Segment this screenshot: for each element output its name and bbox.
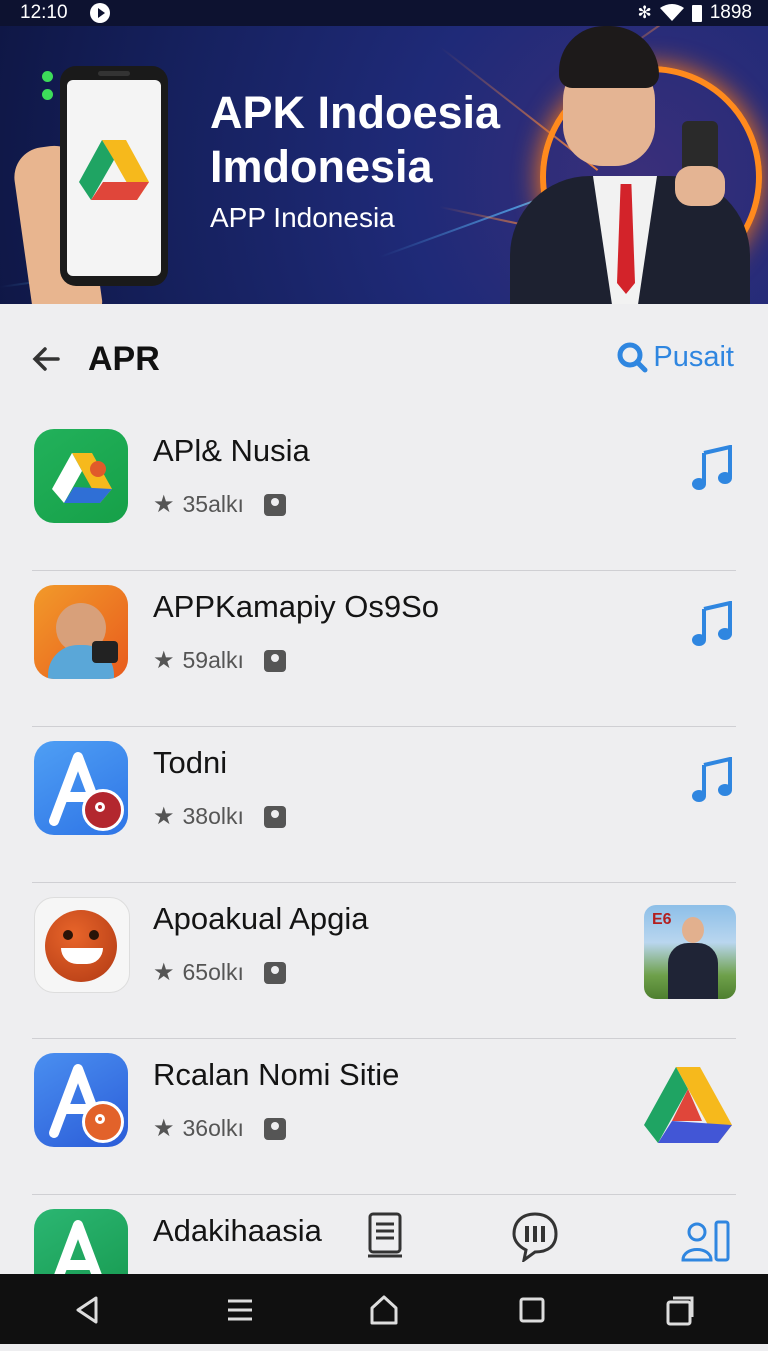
app-icon [34,741,128,835]
app-name: Apoakual Apgia [153,901,369,936]
search-icon [617,342,648,373]
search-label: Pusait [653,340,734,373]
smiley-face-icon [45,910,117,982]
app-name: Todni [153,745,228,780]
user-icon [263,1117,286,1140]
thumbnail-image[interactable]: E6 [644,905,736,999]
app-meta: ★ 35alkı [153,490,286,519]
list-item[interactable]: APl& Nusia ★ 35alkı [0,415,768,571]
app-rating: 65olkı [182,959,244,985]
app-rating: 35alkı [182,491,244,517]
app-meta: ★ 59alkı [153,646,286,675]
app-name: APl& Nusia [153,433,310,468]
battery-icon [691,4,702,22]
app-name: Adakihaasia [153,1213,322,1248]
badge-icon [82,789,124,831]
user-icon [263,493,286,516]
document-icon[interactable] [364,1210,406,1262]
back-arrow-icon[interactable] [28,341,64,377]
phone-illustration [60,66,168,286]
user-icon [263,961,286,984]
music-note-icon[interactable] [690,601,734,649]
battery-level: 1898 [709,2,752,23]
wifi-icon [659,4,684,21]
star-icon: ★ [153,959,175,986]
banner-title: APK Indoesia Imdonesia [210,86,500,194]
app-rating: 59alkı [182,647,244,673]
status-time: 12:10 [20,2,68,23]
app-rating: 36olkı [182,1115,244,1141]
promo-banner[interactable]: APK Indoesia Imdonesia APP Indonesia [0,26,768,304]
list-item[interactable]: APPKamapiy Os9So ★ 59alkı [0,571,768,727]
nav-square-icon[interactable] [516,1294,548,1326]
status-indicators: ✻ 1898 [637,2,752,24]
thumbnail-label: E6 [652,911,672,928]
nav-menu-icon[interactable] [224,1294,256,1326]
list-item[interactable]: Rcalan Nomi Sitie ★ 36olkı [0,1039,768,1195]
green-dots-decoration [42,71,53,107]
media-play-icon [90,3,110,23]
music-note-icon[interactable] [690,445,734,493]
user-icon [263,805,286,828]
app-icon [34,897,130,993]
list-item[interactable]: Todni ★ 38olkı [0,727,768,883]
app-meta: ★ 65olkı [153,958,286,987]
search-button[interactable]: Pusait [615,340,734,374]
businessman-image [505,26,755,304]
user-icon [263,649,286,672]
app-meta: ★ 36olkı [153,1114,286,1143]
page-title: APR [88,340,160,378]
app-icon [34,585,128,679]
banner-title-line2: Imdonesia [210,141,433,192]
banner-title-line1: APK Indoesia [210,87,501,138]
star-icon: ★ [153,1115,175,1142]
chat-bubble-icon[interactable] [510,1210,560,1262]
camera-icon [92,641,118,663]
nav-recents-icon[interactable] [664,1294,696,1326]
nav-back-icon[interactable] [72,1294,104,1326]
app-name: APPKamapiy Os9So [153,589,440,624]
app-icon [34,429,128,523]
app-icon [34,1053,128,1147]
star-icon: ★ [153,491,175,518]
banner-subtitle: APP Indonesia [210,202,395,233]
app-rating: 38olkı [182,803,244,829]
status-bar: 12:10 ✻ 1898 [0,0,768,26]
drive-triangle-icon[interactable] [642,1063,734,1147]
list-item[interactable]: Apoakual Apgia ★ 65olkı E6 [0,883,768,1039]
app-name: Rcalan Nomi Sitie [153,1057,400,1092]
contacts-icon[interactable] [680,1218,732,1264]
star-icon: ★ [153,803,175,830]
bluetooth-icon: ✻ [637,3,652,22]
app-meta: ★ 38olkı [153,802,286,831]
music-note-icon[interactable] [690,757,734,805]
nav-home-icon[interactable] [368,1294,400,1326]
drive-icon [52,453,112,503]
page-header: APR Pusait [0,304,768,416]
badge-icon [82,1101,124,1143]
drive-logo-icon [79,140,149,200]
system-nav-bar [0,1274,768,1344]
star-icon: ★ [153,647,175,674]
